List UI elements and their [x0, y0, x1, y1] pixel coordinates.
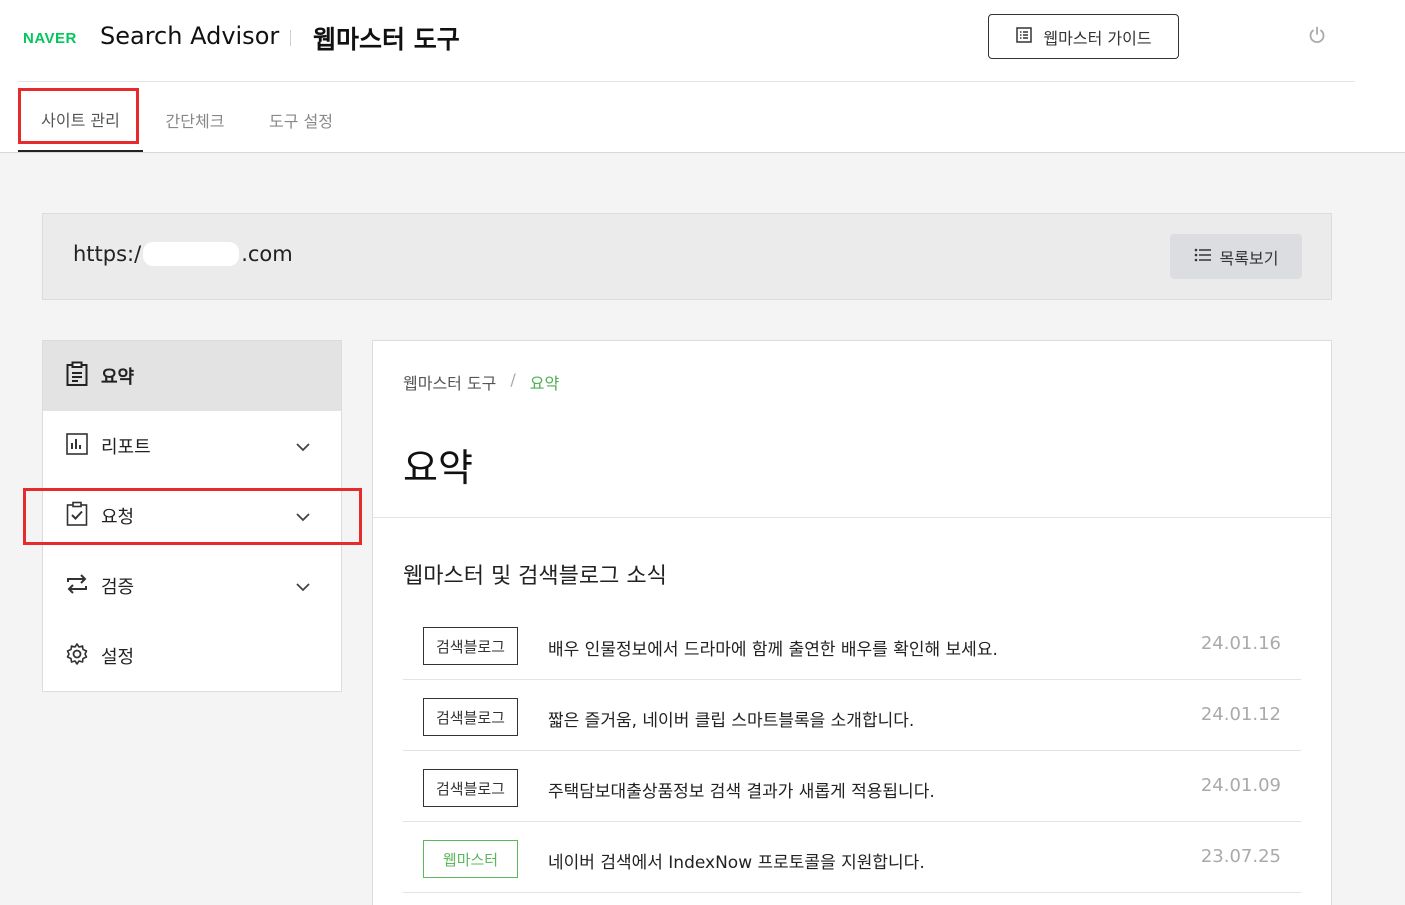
- category-badge: 검색블로그: [423, 769, 518, 807]
- document-list-icon: [1015, 26, 1033, 48]
- breadcrumb-root[interactable]: 웹마스터 도구: [403, 370, 496, 394]
- naver-logo[interactable]: NAVER: [23, 30, 77, 47]
- tab-label: 간단체크: [165, 112, 225, 131]
- gear-icon: [65, 642, 89, 671]
- news-date: 24.01.12: [1200, 704, 1281, 725]
- sidebar-item-label: 요약: [101, 367, 135, 388]
- sidebar-item-label: 검증: [101, 577, 135, 598]
- news-title[interactable]: 짧은 즐거움, 네이버 클립 스마트블록을 소개합니다.: [548, 706, 914, 731]
- header-separator: [18, 81, 1355, 82]
- news-section-title: 웹마스터 및 검색블로그 소식: [403, 564, 667, 589]
- sidebar-item-summary[interactable]: 요약: [43, 341, 341, 411]
- clipboard-icon: [65, 361, 89, 392]
- category-badge: 검색블로그: [423, 698, 518, 736]
- list-item[interactable]: 웹마스터 네이버 검색에서 IndexNow 프로토콜을 지원합니다. 23.0…: [403, 822, 1301, 893]
- category-badge: 웹마스터: [423, 840, 518, 878]
- sidebar-item-report[interactable]: 리포트: [43, 411, 341, 481]
- news-title[interactable]: 주택담보대출상품정보 검색 결과가 새롭게 적용됩니다.: [548, 777, 935, 802]
- tab-tool-settings[interactable]: 도구 설정: [266, 88, 336, 152]
- repeat-icon: [65, 572, 89, 601]
- list-view-button[interactable]: 목록보기: [1170, 234, 1302, 279]
- site-url-bar: https:/ .com 목록보기: [42, 213, 1332, 300]
- list-icon: [1194, 247, 1212, 267]
- breadcrumb-current: 요약: [529, 374, 560, 393]
- news-title[interactable]: 네이버 검색에서 IndexNow 프로토콜을 지원합니다.: [548, 848, 925, 873]
- header: NAVER Search Advisor 웹마스터 도구 웹마스터 가이드 사이…: [0, 0, 1405, 153]
- tab-simple-check[interactable]: 간단체크: [161, 88, 229, 152]
- page-title: 요약: [403, 446, 473, 490]
- chevron-down-icon[interactable]: [295, 436, 311, 457]
- chevron-down-icon[interactable]: [295, 576, 311, 597]
- sidebar-item-label: 리포트: [101, 437, 151, 458]
- product-name[interactable]: Search Advisor: [100, 22, 279, 50]
- url-suffix: .com: [241, 242, 293, 266]
- webmaster-guide-button[interactable]: 웹마스터 가이드: [988, 14, 1179, 59]
- title-divider: [373, 517, 1331, 518]
- list-item[interactable]: 검색블로그 주택담보대출상품정보 검색 결과가 새롭게 적용됩니다. 24.01…: [403, 751, 1301, 822]
- news-date: 24.01.09: [1200, 775, 1281, 796]
- sidebar-item-verification[interactable]: 검증: [43, 551, 341, 621]
- url-prefix: https:/: [73, 242, 142, 266]
- sidebar-item-settings[interactable]: 설정: [43, 621, 341, 691]
- news-date: 24.01.16: [1200, 633, 1281, 654]
- tab-label: 도구 설정: [269, 112, 333, 131]
- breadcrumb: 웹마스터 도구 / 요약: [403, 370, 559, 394]
- news-list: 검색블로그 배우 인물정보에서 드라마에 함께 출연한 배우를 확인해 보세요.…: [403, 609, 1301, 893]
- news-date: 23.07.25: [1200, 846, 1281, 867]
- breadcrumb-separator: /: [510, 370, 516, 389]
- header-divider: [290, 30, 291, 46]
- guide-button-label: 웹마스터 가이드: [1043, 28, 1152, 48]
- category-badge: 검색블로그: [423, 627, 518, 665]
- news-title[interactable]: 배우 인물정보에서 드라마에 함께 출연한 배우를 확인해 보세요.: [548, 635, 998, 660]
- power-button[interactable]: [1304, 24, 1330, 50]
- url-redaction: [143, 242, 240, 266]
- sidebar-item-label: 설정: [101, 647, 135, 668]
- bar-chart-icon: [65, 432, 89, 461]
- list-button-label: 목록보기: [1219, 248, 1279, 268]
- list-item[interactable]: 검색블로그 배우 인물정보에서 드라마에 함께 출연한 배우를 확인해 보세요.…: [403, 609, 1301, 680]
- list-item[interactable]: 검색블로그 짧은 즐거움, 네이버 클립 스마트블록을 소개합니다. 24.01…: [403, 680, 1301, 751]
- site-url: https:/ .com: [73, 242, 293, 266]
- tool-title[interactable]: 웹마스터 도구: [313, 20, 460, 56]
- power-icon: [1307, 25, 1327, 49]
- tab-highlight-box: [18, 88, 139, 144]
- main-content: 웹마스터 도구 / 요약 요약 웹마스터 및 검색블로그 소식 검색블로그 배우…: [372, 340, 1332, 905]
- request-highlight-box: [23, 488, 362, 545]
